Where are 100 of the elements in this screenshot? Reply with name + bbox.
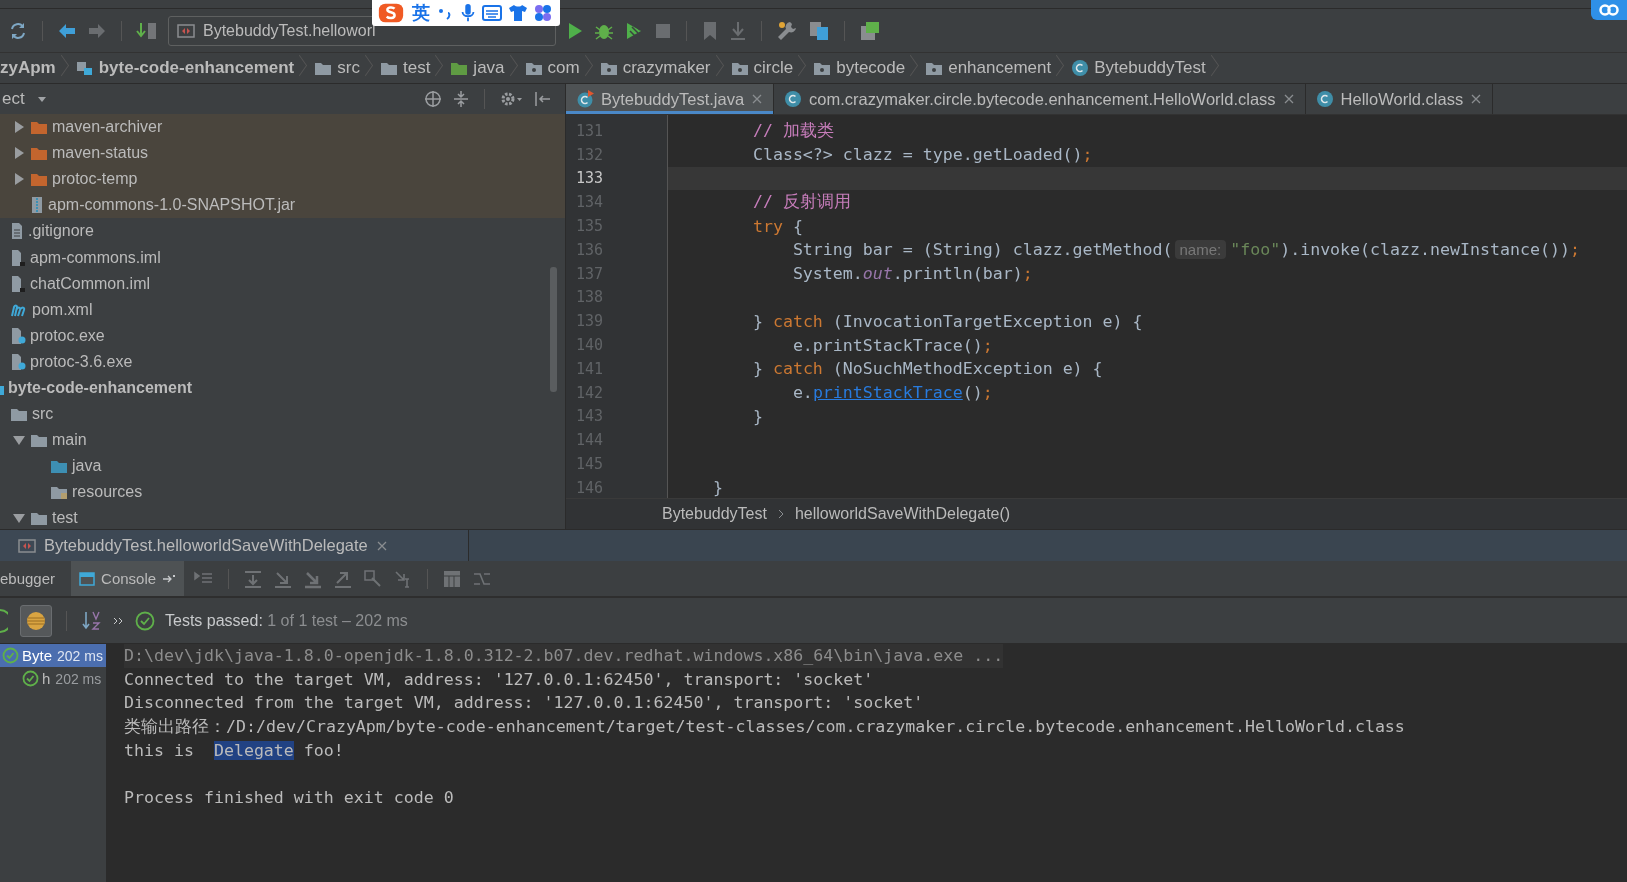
code-line: String bar = (String) clazz.getMethod( name: "foo").invoke(clazz.newInstance()); [791, 240, 1580, 260]
package-folder-icon [524, 60, 543, 76]
keyboard-icon[interactable] [482, 3, 502, 23]
settings-icon[interactable] [499, 90, 523, 108]
check-circle-icon [135, 610, 155, 631]
class-icon [784, 90, 803, 108]
test-class-icon [576, 90, 594, 108]
run-config-icon [18, 537, 36, 554]
link-button[interactable] [1591, 0, 1627, 20]
logo-icon[interactable] [376, 3, 406, 23]
close-icon[interactable] [1282, 93, 1295, 105]
folder-icon [379, 60, 398, 76]
breadcrumb-item[interactable]: BytebuddyTest [1065, 53, 1220, 83]
folder-icon [30, 432, 48, 449]
tree-item[interactable]: apm-commons.iml [30, 248, 161, 267]
code-line: e.printStackTrace(); [791, 383, 993, 403]
tree-item[interactable]: java [72, 457, 102, 476]
breadcrumb-item[interactable]: bytecode [807, 53, 920, 83]
tree-item[interactable]: main [52, 431, 87, 450]
breadcrumb-item[interactable]: java [444, 53, 519, 83]
apps-grid-icon[interactable] [534, 3, 552, 23]
play-icon[interactable] [566, 20, 584, 41]
expand-arrow-icon[interactable] [12, 172, 26, 187]
tree-item[interactable]: resources [72, 483, 143, 502]
shirt-icon[interactable] [508, 3, 528, 23]
sync-icon[interactable] [8, 20, 28, 41]
tool-tab[interactable]: ebugger [0, 561, 62, 596]
folder-icon [314, 60, 333, 76]
toggle-button[interactable] [20, 604, 52, 637]
resources-folder-icon [50, 484, 68, 501]
folder-icon [50, 458, 68, 475]
rerun-icon[interactable] [0, 607, 8, 634]
calculator-icon[interactable] [442, 568, 463, 589]
collapse-icon[interactable] [452, 90, 470, 108]
breadcrumb-item[interactable]: circle [724, 53, 808, 83]
tree-item[interactable]: protoc.exe [30, 326, 105, 345]
code-line: System.out.println(bar); [791, 264, 1033, 284]
tree-item[interactable]: chatCommon.iml [30, 274, 151, 293]
check-circle-icon [22, 670, 39, 687]
test-result-row[interactable]: h 202 ms [0, 667, 106, 690]
console-line: Process finished with exit code 0 [124, 786, 454, 809]
breadcrumb-item[interactable]: byte-code-enhancement [69, 53, 309, 83]
unknown-file-icon [10, 326, 26, 345]
breadcrumb-item[interactable]: crazymaker [593, 53, 725, 83]
code-line: // 反射调用 [751, 191, 851, 214]
test-status: Tests passed: 1 of 1 test – 202 ms [165, 611, 408, 630]
editor-tab[interactable]: BytebuddyTest.java [566, 84, 775, 114]
folder-icon [30, 171, 48, 188]
breadcrumb-item[interactable]: BytebuddyTest [662, 505, 767, 523]
plugin-icon[interactable] [859, 19, 881, 42]
tree-item[interactable]: maven-status [52, 144, 149, 163]
file-icon [10, 248, 26, 267]
code-line: } catch (NoSuchMethodException e) { [751, 359, 1103, 379]
breadcrumb-item[interactable]: helloworldSaveWithDelegate() [794, 505, 1011, 523]
folder-icon [30, 510, 48, 527]
panel-title-dropdown[interactable]: ect [0, 89, 47, 109]
tree-item[interactable]: protoc-temp [52, 170, 138, 189]
tree-item[interactable]: byte-code-enhancement [8, 379, 193, 397]
editor-tab[interactable]: HelloWorld.class [1305, 84, 1494, 114]
close-icon[interactable] [1470, 93, 1483, 105]
breadcrumb-item[interactable]: enhancement [919, 53, 1066, 83]
folder-icon [450, 60, 469, 76]
sort-alphabet-icon[interactable] [81, 609, 103, 632]
breadcrumb-item[interactable]: zyApm [0, 53, 70, 83]
tree-item[interactable]: pom.xml [32, 300, 93, 319]
breadcrumb-item[interactable]: com [518, 53, 594, 83]
package-folder-icon [730, 60, 749, 76]
expand-arrow-icon[interactable] [12, 120, 26, 135]
wrench-icon[interactable] [776, 19, 798, 42]
code-line: try { [751, 216, 803, 236]
close-icon[interactable] [751, 93, 764, 105]
tree-item[interactable]: src [32, 405, 54, 424]
bookmark-icon[interactable] [701, 20, 719, 41]
tree-item[interactable]: test [52, 509, 78, 528]
tree-item[interactable]: protoc-3.6.exe [30, 352, 133, 371]
sort-icon[interactable] [136, 20, 158, 41]
breadcrumb-item[interactable]: src [308, 53, 374, 83]
close-icon[interactable] [375, 539, 388, 552]
console-line: Disconnected from the target VM, address: '127.0.0.1:62450', transport: 'socket' [124, 692, 924, 715]
structure-icon[interactable] [808, 19, 830, 42]
code-line: } [711, 478, 723, 498]
download-icon[interactable] [729, 20, 747, 41]
hide-panel-icon[interactable] [533, 90, 551, 108]
stop-icon[interactable] [654, 21, 672, 40]
breadcrumb-item[interactable]: test [373, 53, 445, 83]
scrollbar-thumb[interactable] [550, 267, 557, 392]
expand-arrow-icon[interactable] [12, 146, 26, 161]
tree-item[interactable]: .gitignore [28, 222, 94, 241]
microphone-icon[interactable] [460, 3, 476, 23]
file-icon [10, 274, 26, 293]
run-tab[interactable]: BytebuddyTest.helloworldSaveWithDelegate [0, 530, 468, 561]
chevron-icon [776, 508, 785, 520]
step-over-icon[interactable] [243, 568, 264, 589]
locate-icon[interactable] [424, 90, 442, 108]
console-line: 类输出路径：/D:/dev/CrazyApm/byte-code-enhancement/target/test-classes/com.crazymaker.circle.bytecode.enhancement.HelloWorld.class [124, 715, 1405, 738]
tree-item[interactable]: maven-archiver [52, 118, 163, 137]
test-result-row[interactable]: Byte 202 ms [0, 644, 106, 667]
editor-tab[interactable]: com.crazymaker.circle.bytecode.enhancement.HelloWorld.class [774, 84, 1306, 114]
class-icon [1315, 90, 1334, 108]
tool-tab[interactable]: Console [71, 561, 185, 596]
